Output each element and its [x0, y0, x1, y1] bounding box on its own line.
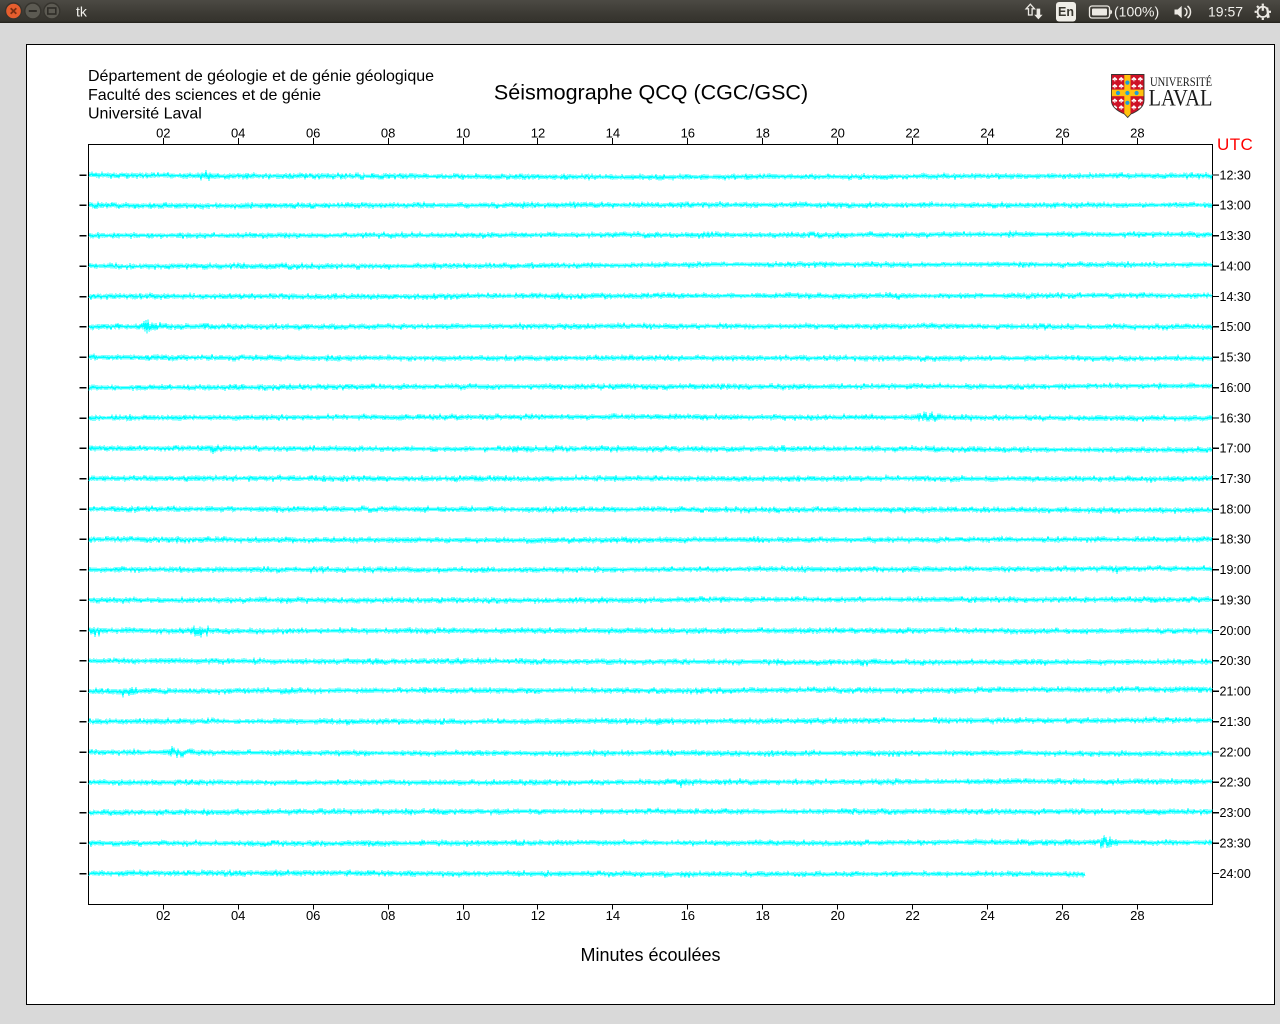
svg-text:Minutes écoulées: Minutes écoulées — [580, 945, 720, 965]
svg-text:20: 20 — [830, 908, 844, 923]
svg-text:20:00: 20:00 — [1220, 624, 1251, 638]
svg-text:08: 08 — [381, 125, 395, 140]
svg-text:En: En — [1058, 5, 1074, 19]
svg-text:23:00: 23:00 — [1220, 806, 1251, 820]
svg-text:14: 14 — [606, 125, 620, 140]
svg-text:14:30: 14:30 — [1220, 290, 1251, 304]
svg-text:20: 20 — [830, 125, 844, 140]
svg-text:13:30: 13:30 — [1220, 229, 1251, 243]
svg-text:22: 22 — [905, 125, 919, 140]
svg-text:24: 24 — [980, 125, 994, 140]
svg-text:26: 26 — [1055, 908, 1069, 923]
svg-text:12:30: 12:30 — [1220, 168, 1251, 182]
svg-text:16: 16 — [681, 908, 695, 923]
svg-text:17:30: 17:30 — [1220, 472, 1251, 486]
svg-text:24:00: 24:00 — [1220, 867, 1251, 881]
svg-text:LAVAL: LAVAL — [1149, 86, 1213, 111]
svg-text:UTC: UTC — [1217, 135, 1253, 154]
svg-text:22: 22 — [905, 908, 919, 923]
svg-text:19:30: 19:30 — [1220, 594, 1251, 608]
svg-text:28: 28 — [1130, 908, 1144, 923]
svg-text:10: 10 — [456, 908, 470, 923]
svg-text:Séismographe QCQ (CGC/GSC): Séismographe QCQ (CGC/GSC) — [494, 81, 808, 105]
svg-text:24: 24 — [980, 908, 994, 923]
svg-text:10: 10 — [456, 125, 470, 140]
svg-text:tk: tk — [76, 4, 88, 20]
svg-text:13:00: 13:00 — [1220, 199, 1251, 213]
svg-text:21:00: 21:00 — [1220, 685, 1251, 699]
svg-text:15:30: 15:30 — [1220, 351, 1251, 365]
svg-text:18: 18 — [755, 908, 769, 923]
svg-text:16:30: 16:30 — [1220, 411, 1251, 425]
svg-text:23:30: 23:30 — [1220, 836, 1251, 850]
svg-text:04: 04 — [231, 125, 245, 140]
svg-text:16: 16 — [681, 125, 695, 140]
svg-text:20:30: 20:30 — [1220, 654, 1251, 668]
svg-text:18:00: 18:00 — [1220, 502, 1251, 516]
svg-text:12: 12 — [531, 908, 545, 923]
svg-text:02: 02 — [156, 908, 170, 923]
svg-text:21:30: 21:30 — [1220, 715, 1251, 729]
svg-text:26: 26 — [1055, 125, 1069, 140]
svg-text:04: 04 — [231, 908, 245, 923]
svg-text:18: 18 — [755, 125, 769, 140]
svg-text:06: 06 — [306, 125, 320, 140]
svg-text:17:00: 17:00 — [1220, 442, 1251, 456]
svg-text:15:00: 15:00 — [1220, 320, 1251, 334]
svg-text:12: 12 — [531, 125, 545, 140]
svg-text:19:57: 19:57 — [1208, 4, 1243, 20]
svg-text:28: 28 — [1130, 125, 1144, 140]
svg-text:08: 08 — [381, 908, 395, 923]
svg-text:Faculté des sciences et de gén: Faculté des sciences et de génie — [88, 87, 321, 104]
svg-text:Département de géologie et de: Département de géologie et de génie géol… — [88, 68, 434, 85]
svg-text:22:00: 22:00 — [1220, 745, 1251, 759]
svg-text:Université Laval: Université Laval — [88, 106, 202, 123]
svg-text:06: 06 — [306, 908, 320, 923]
svg-text:14: 14 — [606, 908, 620, 923]
svg-text:22:30: 22:30 — [1220, 776, 1251, 790]
svg-text:(100%): (100%) — [1114, 4, 1159, 20]
svg-text:18:30: 18:30 — [1220, 533, 1251, 547]
svg-text:16:00: 16:00 — [1220, 381, 1251, 395]
svg-text:19:00: 19:00 — [1220, 563, 1251, 577]
svg-text:02: 02 — [156, 125, 170, 140]
svg-text:14:00: 14:00 — [1220, 259, 1251, 273]
